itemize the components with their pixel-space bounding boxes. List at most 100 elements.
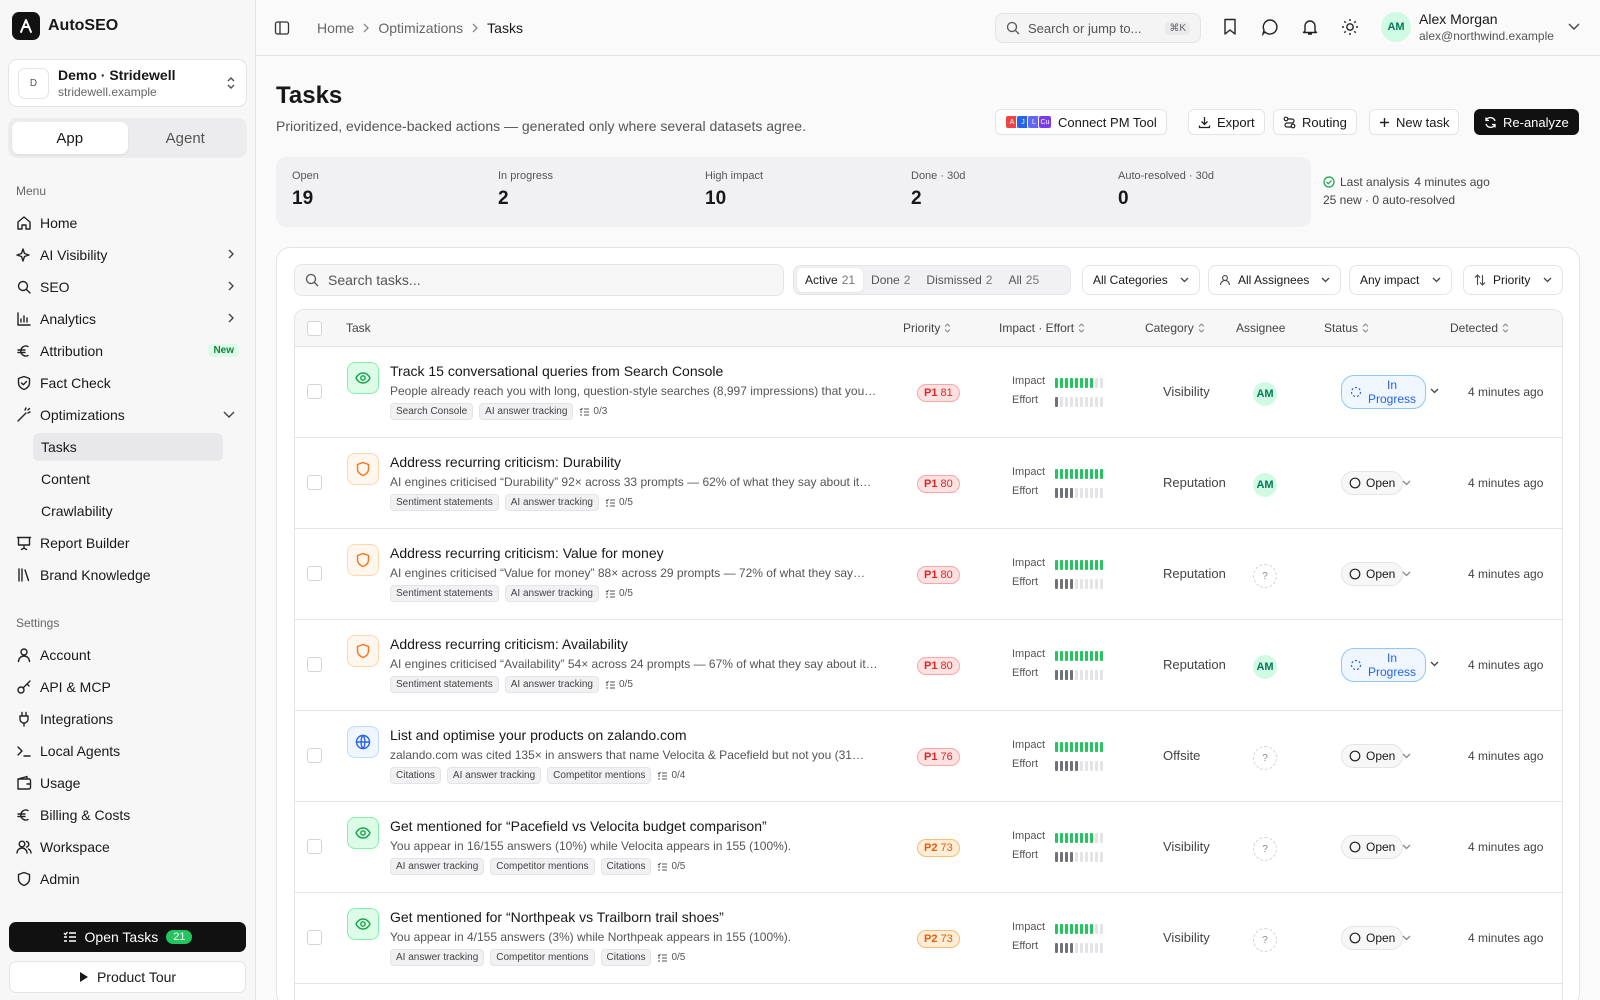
row-checkbox[interactable] — [307, 657, 322, 672]
status-dropdown[interactable]: In Progress — [1341, 375, 1426, 409]
assignee-avatar[interactable]: ? — [1253, 564, 1277, 588]
export-button[interactable]: Export — [1188, 109, 1265, 135]
tab-dismissed[interactable]: Dismissed 2 — [918, 268, 1000, 292]
breadcrumb-home[interactable]: Home — [317, 20, 354, 36]
row-checkbox[interactable] — [307, 384, 322, 399]
chevron-down-icon[interactable] — [1402, 480, 1411, 486]
new-task-button[interactable]: New task — [1369, 109, 1460, 135]
sidebar-subitem-tasks[interactable]: Tasks — [33, 433, 223, 461]
table-row[interactable]: Get mentioned for “Pacefield vs Velocita… — [295, 802, 1562, 893]
sidebar-subitem-crawlability[interactable]: Crawlability — [33, 497, 223, 525]
bookmark-icon[interactable] — [1222, 18, 1238, 36]
column-priority[interactable]: Priority — [903, 321, 951, 335]
sidebar-item-admin[interactable]: Admin — [8, 864, 247, 894]
sidebar-item-workspace[interactable]: Workspace — [8, 832, 247, 862]
level-segment — [1080, 651, 1083, 661]
global-search[interactable]: Search or jump to... ⌘K — [995, 13, 1201, 43]
assignee-avatar[interactable]: AM — [1253, 382, 1277, 406]
bell-icon[interactable] — [1301, 18, 1319, 36]
chevron-down-icon[interactable] — [1402, 935, 1411, 941]
task-title[interactable]: List and optimise your products on zalan… — [390, 727, 687, 743]
column-status[interactable]: Status — [1324, 321, 1369, 335]
column-impact-effort[interactable]: Impact · Effort — [999, 321, 1085, 335]
category-filter[interactable]: All Categories — [1082, 265, 1200, 295]
sidebar-item-api-mcp[interactable]: API & MCP — [8, 672, 247, 702]
column-category[interactable]: Category — [1145, 321, 1205, 335]
message-icon[interactable] — [1261, 18, 1279, 36]
task-search-input[interactable]: Search tasks... — [294, 264, 784, 296]
tab-active[interactable]: Active 21 — [797, 268, 864, 292]
sort-dropdown[interactable]: Priority — [1463, 265, 1563, 295]
status-dropdown[interactable]: Open — [1341, 471, 1404, 495]
status-dropdown[interactable]: Open — [1341, 835, 1404, 859]
chevron-down-icon[interactable] — [1430, 661, 1439, 667]
sun-icon[interactable] — [1341, 18, 1359, 36]
connect-pm-tool-button[interactable]: A J L Cu Connect PM Tool — [995, 109, 1167, 135]
table-row[interactable]: Address recurring criticism: Value for m… — [295, 529, 1562, 620]
assignee-avatar[interactable]: AM — [1253, 473, 1277, 497]
sidebar-item-report-builder[interactable]: Report Builder — [8, 528, 247, 558]
sidebar-toggle-icon[interactable] — [274, 20, 290, 36]
impact-filter[interactable]: Any impact — [1349, 265, 1452, 295]
table-row[interactable]: Track 15 conversational queries from Sea… — [295, 347, 1562, 438]
assignee-avatar[interactable]: ? — [1253, 746, 1277, 770]
table-row[interactable]: Address recurring criticism: Availabilit… — [295, 620, 1562, 711]
status-dropdown[interactable]: Open — [1341, 926, 1404, 950]
task-title[interactable]: Track 15 conversational queries from Sea… — [390, 363, 723, 379]
chevron-down-icon[interactable] — [1430, 388, 1439, 394]
chevron-down-icon[interactable] — [1402, 753, 1411, 759]
user-menu[interactable]: AM Alex Morgan alex@northwind.example — [1381, 11, 1580, 43]
level-segment — [1055, 579, 1058, 589]
row-checkbox[interactable] — [307, 748, 322, 763]
status-dropdown[interactable]: Open — [1341, 744, 1404, 768]
sidebar-item-ai-visibility[interactable]: AI Visibility — [8, 240, 247, 270]
status-dropdown[interactable]: In Progress — [1341, 648, 1426, 682]
sidebar-item-local-agents[interactable]: Local Agents — [8, 736, 247, 766]
row-checkbox[interactable] — [307, 930, 322, 945]
row-checkbox[interactable] — [307, 566, 322, 581]
sidebar-item-account[interactable]: Account — [8, 640, 247, 670]
table-row[interactable]: Get mentioned for “Northpeak vs Trailbor… — [295, 893, 1562, 984]
assignee-avatar[interactable]: AM — [1253, 655, 1277, 679]
chevron-down-icon[interactable] — [1402, 571, 1411, 577]
assignee-avatar[interactable]: ? — [1253, 928, 1277, 952]
sidebar-item-fact-check[interactable]: Fact Check — [8, 368, 247, 398]
wallet-icon — [17, 775, 32, 790]
select-all-checkbox[interactable] — [307, 321, 322, 336]
sidebar-item-seo[interactable]: SEO — [8, 272, 247, 302]
product-tour-button[interactable]: Product Tour — [9, 961, 246, 993]
table-row[interactable]: List and optimise your products on zalan… — [295, 711, 1562, 802]
sidebar-item-home[interactable]: Home — [8, 208, 247, 238]
task-title[interactable]: Address recurring criticism: Value for m… — [390, 545, 664, 561]
task-title[interactable]: Get mentioned for “Northpeak vs Trailbor… — [390, 909, 724, 925]
row-checkbox[interactable] — [307, 475, 322, 490]
mode-tab-app[interactable]: App — [12, 122, 128, 154]
task-title[interactable]: Get mentioned for “Pacefield vs Velocita… — [390, 818, 767, 834]
assignee-avatar[interactable]: ? — [1253, 837, 1277, 861]
task-title[interactable]: Address recurring criticism: Availabilit… — [390, 636, 628, 652]
sidebar-item-analytics[interactable]: Analytics — [8, 304, 247, 334]
sidebar-subitem-content[interactable]: Content — [33, 465, 223, 493]
sidebar-item-brand-knowledge[interactable]: Brand Knowledge — [8, 560, 247, 590]
row-checkbox[interactable] — [307, 839, 322, 854]
open-tasks-button[interactable]: Open Tasks 21 — [9, 922, 246, 952]
reanalyze-button[interactable]: Re-analyze — [1474, 109, 1579, 135]
mode-tab-agent[interactable]: Agent — [128, 122, 244, 154]
sidebar-item-integrations[interactable]: Integrations — [8, 704, 247, 734]
sidebar-item-billing-costs[interactable]: Billing & Costs — [8, 800, 247, 830]
column-detected[interactable]: Detected — [1450, 321, 1509, 335]
workspace-switcher[interactable]: D Demo · Stridewell stridewell.example — [8, 59, 247, 107]
status-dropdown[interactable]: Open — [1341, 562, 1404, 586]
sidebar-item-usage[interactable]: Usage — [8, 768, 247, 798]
table-row[interactable]: Address recurring criticism: Durability … — [295, 438, 1562, 529]
assignee-filter[interactable]: All Assignees — [1208, 265, 1341, 295]
routing-button[interactable]: Routing — [1273, 109, 1357, 135]
sidebar-item-optimizations[interactable]: Optimizations — [8, 400, 247, 430]
tab-all[interactable]: All 25 — [1000, 268, 1047, 292]
tab-done[interactable]: Done 2 — [863, 268, 918, 292]
app-logo[interactable]: AutoSEO — [12, 12, 118, 40]
chevron-down-icon[interactable] — [1402, 844, 1411, 850]
sidebar-item-attribution[interactable]: Attribution New — [8, 336, 247, 366]
task-title[interactable]: Address recurring criticism: Durability — [390, 454, 621, 470]
breadcrumb-optimizations[interactable]: Optimizations — [378, 20, 463, 36]
